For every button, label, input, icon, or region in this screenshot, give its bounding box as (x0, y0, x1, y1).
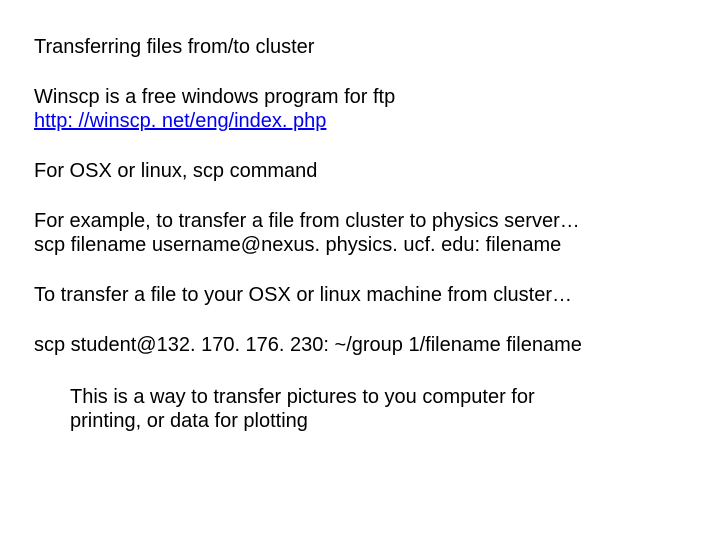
text-winscp-desc: Winscp is a free windows program for ftp (34, 85, 686, 109)
text-scp-command-1: scp filename username@nexus. physics. uc… (34, 233, 686, 257)
note-line1: This is a way to transfer pictures to yo… (70, 385, 686, 409)
link-winscp-url[interactable]: http: //winscp. net/eng/index. php (34, 110, 326, 132)
paragraph-osx-scp: For OSX or linux, scp command (34, 159, 686, 183)
paragraph-example-to-server: For example, to transfer a file from clu… (34, 209, 686, 257)
slide-title: Transferring files from/to cluster (34, 35, 686, 59)
paragraph-note: This is a way to transfer pictures to yo… (34, 385, 686, 433)
text-example-desc: For example, to transfer a file from clu… (34, 209, 686, 233)
note-line2: printing, or data for plotting (70, 409, 686, 433)
paragraph-winscp: Winscp is a free windows program for ftp… (34, 85, 686, 133)
paragraph-transfer-from-cluster: To transfer a file to your OSX or linux … (34, 283, 686, 307)
text-scp-command-2: scp student@132. 170. 176. 230: ~/group … (34, 333, 686, 357)
